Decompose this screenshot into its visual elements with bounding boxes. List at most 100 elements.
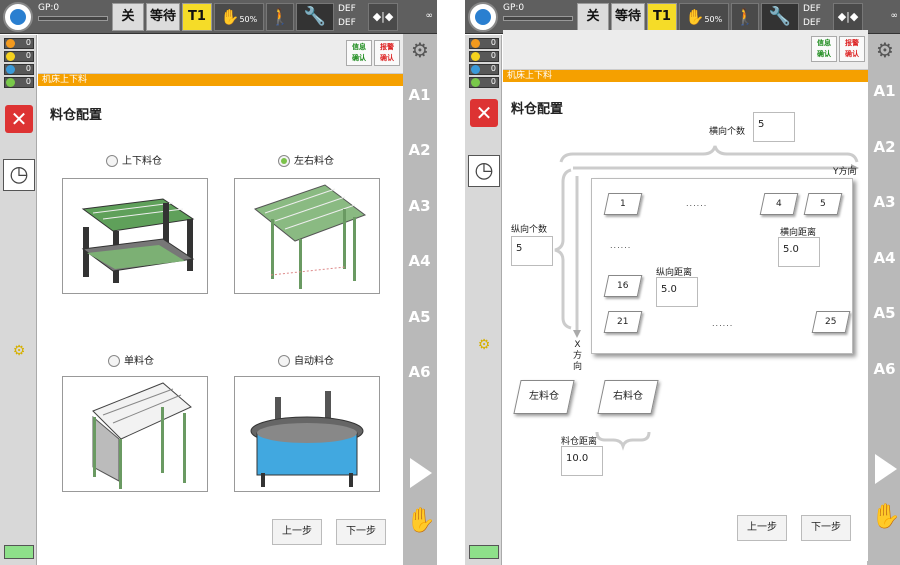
tool-button[interactable]: 🔧 bbox=[296, 3, 334, 31]
left-right-bin-image[interactable] bbox=[234, 178, 380, 294]
radio-circle bbox=[278, 355, 290, 367]
led-count: 0 bbox=[490, 51, 496, 60]
right-bin-button[interactable]: 右料仓 bbox=[597, 380, 659, 414]
play-icon[interactable] bbox=[410, 458, 432, 488]
radio-single-bin[interactable]: 单料仓 bbox=[108, 352, 154, 367]
left-bin-button[interactable]: 左料仓 bbox=[513, 380, 575, 414]
axis-a3[interactable]: A3 bbox=[867, 193, 900, 211]
hand-icon[interactable]: ✋ bbox=[406, 506, 436, 534]
grid-cell-1: 1 bbox=[603, 193, 643, 215]
axis-a2[interactable]: A2 bbox=[867, 138, 900, 156]
wait-button[interactable]: 等待 bbox=[611, 3, 645, 31]
led-count: 0 bbox=[25, 64, 31, 73]
axis-a2[interactable]: A2 bbox=[402, 141, 437, 159]
axis-a5[interactable]: A5 bbox=[867, 304, 900, 322]
logo-icon bbox=[475, 9, 491, 25]
single-bin-image[interactable] bbox=[62, 376, 208, 492]
walk-mode-button[interactable]: 🚶 bbox=[266, 3, 294, 31]
prev-step-button[interactable]: 上一步 bbox=[272, 519, 322, 545]
mode-t1-button[interactable]: T1 bbox=[182, 3, 212, 31]
robot-arm-icon[interactable]: ⚙ bbox=[871, 38, 899, 62]
speed-button[interactable]: ✋50% bbox=[679, 3, 729, 31]
step-button[interactable]: ◆|◆ bbox=[368, 3, 398, 31]
step-icon: ◆|◆ bbox=[372, 10, 394, 23]
axis-a1[interactable]: A1 bbox=[402, 86, 437, 104]
hand-icon: ✋ bbox=[685, 8, 705, 26]
toolstrip: 信息确认 报警 确认 bbox=[38, 34, 403, 74]
axis-sidebar: ⚙ A1 A2 A3 A4 A5 A6 ✋ bbox=[402, 34, 437, 565]
speed-button[interactable]: ✋50% bbox=[214, 3, 264, 31]
left-sidebar: 0 0 0 0 ✕ ◷ ⚙ bbox=[0, 35, 37, 565]
bin-grid-diagram: 1 ...... 4 5 ...... 横向距离 5.0 16 纵向距离 5.0… bbox=[591, 178, 853, 354]
axis-a6[interactable]: A6 bbox=[867, 360, 900, 378]
status-led-orange: 0 bbox=[469, 38, 499, 49]
axis-a5[interactable]: A5 bbox=[402, 308, 437, 326]
clock-button[interactable]: ◷ bbox=[468, 155, 500, 187]
v-count-label: 纵向个数 bbox=[511, 225, 548, 235]
x-dir-char: 向 bbox=[573, 362, 583, 372]
cell-label: 5 bbox=[820, 199, 826, 209]
robot-status-icon[interactable]: ⚙ bbox=[471, 337, 497, 355]
play-icon[interactable] bbox=[875, 454, 897, 484]
top-status-bar: GP:0 关 等待 T1 ✋50% 🚶 🔧 DEF DEF ◆|◆ ∞ bbox=[0, 0, 437, 34]
step-button[interactable]: ◆|◆ bbox=[833, 3, 863, 31]
power-off-button[interactable]: 关 bbox=[577, 3, 609, 31]
mode-t1-button[interactable]: T1 bbox=[647, 3, 677, 31]
tool-def: DEF bbox=[803, 4, 821, 14]
cell-label: 21 bbox=[617, 317, 629, 327]
v-distance-input[interactable]: 5.0 bbox=[656, 277, 698, 307]
tool-button[interactable]: 🔧 bbox=[761, 3, 799, 31]
green-status-button[interactable] bbox=[469, 545, 499, 559]
h-distance-input[interactable]: 5.0 bbox=[778, 237, 820, 267]
btn-line1: 信息 bbox=[352, 43, 366, 51]
main-content: 信息 确认 报警 确认 机床上下料 料仓配置 上下料仓 左右料仓 单料仓 自动料… bbox=[38, 34, 403, 565]
power-off-button[interactable]: 关 bbox=[112, 3, 144, 31]
axis-a3[interactable]: A3 bbox=[402, 197, 437, 215]
axis-a4[interactable]: A4 bbox=[867, 249, 900, 267]
led-count: 0 bbox=[25, 77, 31, 86]
wrench-icon: 🔧 bbox=[303, 6, 327, 27]
ellipsis-bottom: ...... bbox=[712, 319, 734, 328]
close-button[interactable]: ✕ bbox=[5, 105, 33, 133]
close-button[interactable]: ✕ bbox=[470, 99, 498, 127]
green-dot-icon bbox=[471, 78, 480, 87]
up-down-bin-image[interactable] bbox=[62, 178, 208, 294]
radio-auto-bin[interactable]: 自动料仓 bbox=[278, 352, 334, 367]
robot-arm-icon[interactable]: ⚙ bbox=[406, 38, 434, 62]
info-confirm-button[interactable]: 信息 确认 bbox=[346, 40, 372, 66]
axis-a6[interactable]: A6 bbox=[402, 363, 437, 381]
next-step-button[interactable]: 下一步 bbox=[336, 519, 386, 545]
infinity-label: ∞ bbox=[890, 11, 899, 21]
blue-dot-icon bbox=[6, 65, 15, 74]
h-count-input[interactable]: 5 bbox=[753, 112, 795, 142]
led-count: 0 bbox=[25, 51, 31, 60]
logo-icon bbox=[10, 9, 26, 25]
grid-cell-5: 5 bbox=[803, 193, 843, 215]
status-led-blue: 0 bbox=[4, 64, 34, 75]
axis-a1[interactable]: A1 bbox=[867, 82, 900, 100]
v-count-input[interactable]: 5 bbox=[511, 236, 553, 266]
grid-cell-21: 21 bbox=[603, 311, 643, 333]
clock-button[interactable]: ◷ bbox=[3, 159, 35, 191]
btn-line2: 确认 bbox=[352, 54, 366, 62]
home-logo-button[interactable] bbox=[3, 2, 33, 32]
radio-up-down-bin[interactable]: 上下料仓 bbox=[106, 152, 162, 167]
next-step-button[interactable]: 下一步 bbox=[801, 515, 851, 541]
axis-a4[interactable]: A4 bbox=[402, 252, 437, 270]
wait-button[interactable]: 等待 bbox=[146, 3, 180, 31]
prev-step-button[interactable]: 上一步 bbox=[737, 515, 787, 541]
frame-def: DEF bbox=[803, 18, 821, 28]
cell-label: 25 bbox=[825, 317, 837, 327]
green-status-button[interactable] bbox=[4, 545, 34, 559]
step-icon: ◆|◆ bbox=[837, 10, 859, 23]
tool-frame-display: DEF DEF bbox=[803, 2, 833, 30]
hand-icon[interactable]: ✋ bbox=[871, 502, 900, 530]
home-logo-button[interactable] bbox=[468, 2, 498, 32]
radio-left-right-bin[interactable]: 左右料仓 bbox=[278, 152, 334, 167]
auto-bin-image[interactable] bbox=[234, 376, 380, 492]
alarm-confirm-button[interactable]: 报警 确认 bbox=[374, 40, 400, 66]
bin-distance-input[interactable]: 10.0 bbox=[561, 446, 603, 476]
close-icon: ✕ bbox=[10, 107, 28, 131]
walk-mode-button[interactable]: 🚶 bbox=[731, 3, 759, 31]
robot-status-icon[interactable]: ⚙ bbox=[6, 343, 32, 361]
